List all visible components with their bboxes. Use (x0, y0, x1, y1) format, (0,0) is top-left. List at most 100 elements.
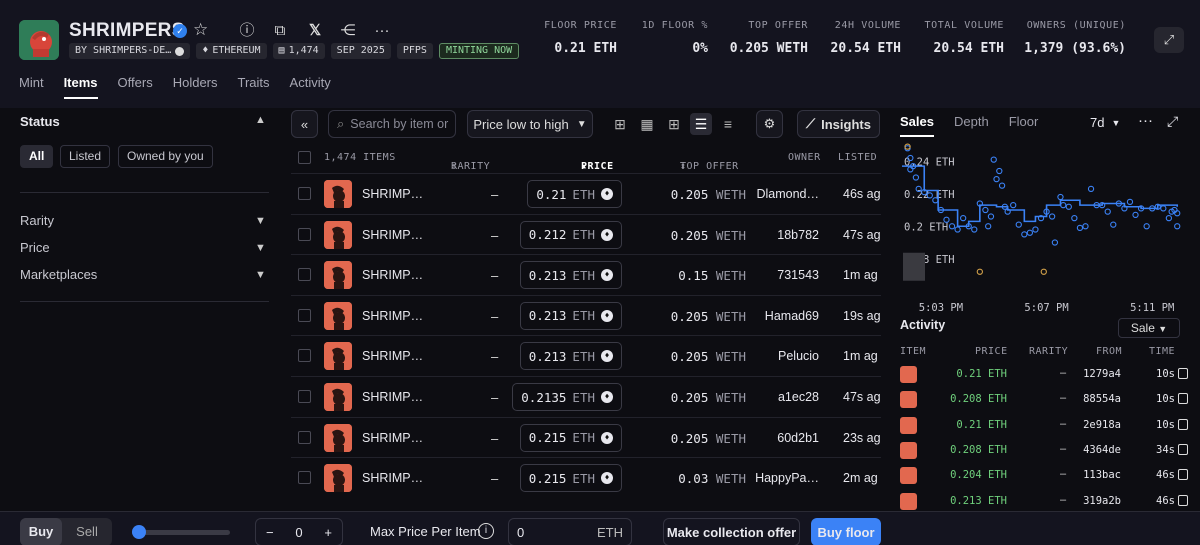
item-price-button[interactable]: 0.213 ETH ♦ (519, 342, 622, 371)
tab-depth[interactable]: Depth (954, 114, 989, 137)
tab-sales[interactable]: Sales (900, 114, 934, 137)
item-owner[interactable]: Hamad69 (765, 309, 819, 323)
filter-price[interactable]: Price (20, 240, 50, 255)
shopping-bag-icon[interactable] (1178, 418, 1188, 430)
minus-icon[interactable]: − (266, 525, 274, 540)
shopping-bag-icon[interactable] (1178, 469, 1188, 481)
fullscreen-button[interactable]: ⤢ (1154, 27, 1184, 53)
make-collection-offer-button[interactable]: Make collection offer (663, 518, 800, 545)
activity-thumbnail[interactable] (900, 492, 917, 510)
copy-icon[interactable]: ⧉ (269, 20, 291, 42)
minting-now-badge[interactable]: MINTING NOW (438, 43, 520, 59)
collapse-filters-button[interactable]: « (291, 110, 318, 138)
item-thumbnail[interactable] (324, 423, 352, 452)
activity-from[interactable]: 88554a (1083, 393, 1121, 405)
activity-row[interactable]: 0.208 ETH – 4364de 34s (890, 438, 1200, 463)
activity-filter-dropdown[interactable]: Sale ▼ (1118, 318, 1180, 338)
tab-offers[interactable]: Offers (118, 75, 153, 99)
table-row[interactable]: SHRIMP… – 0.213 ETH ♦ 0.15 WETH 731543 1m ag (291, 254, 881, 294)
table-row[interactable]: SHRIMP… – 0.215 ETH ♦ 0.205 WETH 60d2b1 23s ag (291, 416, 881, 457)
buy-tab[interactable]: Buy (20, 518, 62, 545)
more-icon[interactable]: ··· (1138, 112, 1153, 129)
item-owner[interactable]: Dlamond… (756, 187, 819, 201)
shopping-bag-icon[interactable] (1178, 368, 1188, 379)
item-price-button[interactable]: 0.215 ETH ♦ (519, 423, 622, 452)
status-pill-owned[interactable]: Owned by you (118, 145, 213, 168)
item-thumbnail[interactable] (324, 342, 352, 371)
row-checkbox[interactable] (298, 430, 311, 444)
row-checkbox[interactable] (298, 471, 311, 485)
item-price-button[interactable]: 0.21 ETH ♦ (527, 180, 622, 208)
item-name[interactable]: SHRIMP… (362, 390, 423, 404)
item-thumbnail[interactable] (324, 464, 352, 493)
x-social-icon[interactable]: 𝕏 (304, 20, 326, 42)
item-name[interactable]: SHRIMP… (362, 228, 423, 242)
buy-floor-button[interactable]: Buy floor (811, 518, 881, 545)
table-view-icon[interactable]: ≡ (717, 113, 739, 135)
shopping-bag-icon[interactable] (1178, 494, 1188, 506)
search-input[interactable] (350, 117, 451, 131)
row-checkbox[interactable] (298, 227, 311, 241)
status-pill-listed[interactable]: Listed (60, 145, 111, 168)
item-thumbnail[interactable] (324, 383, 352, 411)
tab-floor[interactable]: Floor (1009, 114, 1039, 137)
sweep-slider-handle[interactable] (132, 525, 146, 539)
grid-large-icon[interactable]: ⊞ (609, 113, 631, 135)
activity-thumbnail[interactable] (900, 391, 917, 409)
item-name[interactable]: SHRIMP… (362, 187, 423, 201)
sales-chart[interactable]: 0.24 ETH0.22 ETH0.2 ETH0.18 ETH5:03 PM 5:… (890, 140, 1190, 315)
settings-button[interactable]: ⚙ (756, 110, 783, 138)
chevron-down-icon[interactable]: ▼ (255, 215, 266, 227)
item-owner[interactable]: 60d2b1 (777, 431, 819, 445)
tab-mint[interactable]: Mint (19, 75, 44, 99)
activity-row[interactable]: 0.21 ETH – 2e918a 10s (890, 413, 1200, 438)
table-row[interactable]: SHRIMP… – 0.212 ETH ♦ 0.205 WETH 18b782 47s ag (291, 213, 881, 254)
filter-marketplaces[interactable]: Marketplaces (20, 267, 97, 282)
item-owner[interactable]: HappyPa… (755, 471, 819, 485)
item-thumbnail[interactable] (324, 180, 352, 208)
item-thumbnail[interactable] (324, 220, 352, 249)
info-icon[interactable]: ⓘ (236, 20, 258, 42)
grid-medium-icon[interactable]: ▦ (636, 113, 658, 135)
list-view-icon[interactable]: ☰ (690, 113, 712, 135)
insights-button[interactable]: ⟋ Insights (797, 110, 880, 138)
activity-thumbnail[interactable] (900, 366, 917, 383)
activity-from[interactable]: 2e918a (1083, 419, 1121, 431)
activity-row[interactable]: 0.21 ETH – 1279a4 10s (890, 362, 1200, 387)
share-icon[interactable]: ⋲ (337, 20, 359, 42)
expand-icon[interactable]: ⤢ (1167, 113, 1178, 130)
row-checkbox[interactable] (298, 308, 311, 322)
favorite-star-icon[interactable]: ☆ (193, 20, 208, 40)
item-thumbnail[interactable] (324, 261, 352, 290)
range-dropdown[interactable]: 7d ▼ (1090, 115, 1120, 131)
activity-row[interactable]: 0.213 ETH – 319a2b 46s (890, 489, 1200, 512)
item-name[interactable]: SHRIMP… (362, 309, 423, 323)
item-name[interactable]: SHRIMP… (362, 268, 423, 282)
plus-icon[interactable]: + (324, 525, 332, 540)
shopping-bag-icon[interactable] (1178, 443, 1188, 455)
creator-tag[interactable]: BY SHRIMPERS-DE… (69, 43, 191, 59)
table-row[interactable]: SHRIMP… – 0.215 ETH ♦ 0.03 WETH HappyPa… 2m ag (291, 457, 881, 497)
row-checkbox[interactable] (298, 268, 311, 282)
select-all-checkbox[interactable] (298, 151, 311, 164)
item-price-button[interactable]: 0.213 ETH ♦ (519, 301, 622, 330)
item-owner[interactable]: 18b782 (777, 228, 819, 242)
tab-holders[interactable]: Holders (173, 75, 218, 99)
activity-thumbnail[interactable] (900, 467, 917, 485)
item-owner[interactable]: 731543 (777, 268, 819, 282)
row-checkbox[interactable] (298, 390, 311, 403)
activity-thumbnail[interactable] (900, 441, 917, 459)
table-row[interactable]: SHRIMP… – 0.2135 ETH ♦ 0.205 WETH a1ec28 47s ag (291, 376, 881, 416)
tab-traits[interactable]: Traits (238, 75, 270, 99)
sort-dropdown[interactable]: Price low to high ▼ (467, 110, 593, 138)
item-price-button[interactable]: 0.2135 ETH ♦ (512, 383, 622, 411)
activity-row[interactable]: 0.208 ETH – 88554a 10s (890, 387, 1200, 412)
table-row[interactable]: SHRIMP… – 0.213 ETH ♦ 0.205 WETH Hamad69 19s ag (291, 294, 881, 335)
item-name[interactable]: SHRIMP… (362, 349, 423, 363)
item-price-button[interactable]: 0.215 ETH ♦ (519, 464, 622, 493)
chevron-down-icon[interactable]: ▼ (255, 242, 266, 254)
quantity-value[interactable]: 0 (295, 525, 302, 540)
row-checkbox[interactable] (298, 349, 311, 363)
item-name[interactable]: SHRIMP… (362, 431, 423, 445)
activity-thumbnail[interactable] (900, 416, 917, 434)
